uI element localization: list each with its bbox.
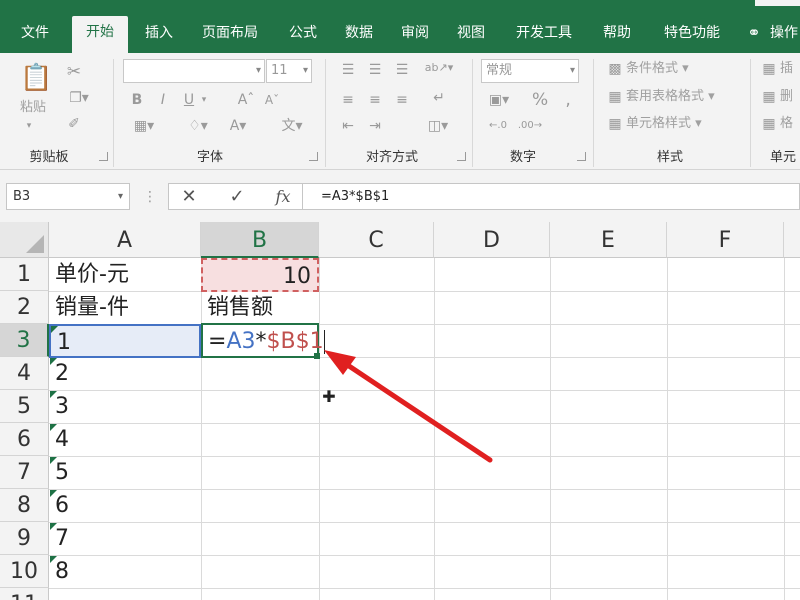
arrow-head	[324, 350, 356, 375]
annotation-arrow	[324, 350, 493, 463]
arrow-shaft	[337, 357, 493, 463]
